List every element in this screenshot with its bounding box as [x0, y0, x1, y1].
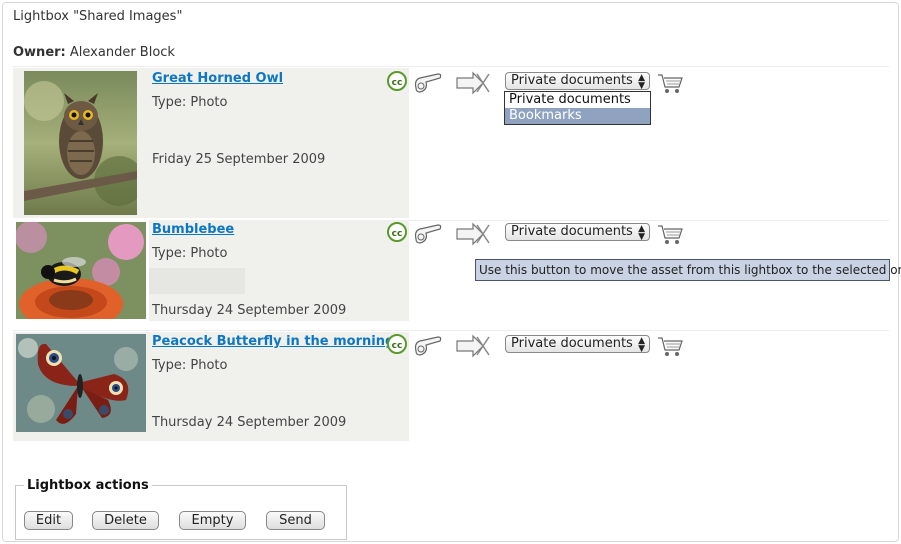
- svg-text:cc: cc: [392, 78, 403, 88]
- creative-commons-icon[interactable]: cc: [386, 70, 408, 92]
- select-value: Private documents: [511, 224, 633, 239]
- empty-field: [149, 268, 245, 294]
- copy-to-lightbox-icon[interactable]: [412, 70, 444, 96]
- dropdown-option-private-documents[interactable]: Private documents: [505, 92, 650, 108]
- item-title-link[interactable]: Bumblebee: [152, 222, 234, 237]
- send-button[interactable]: Send: [266, 511, 325, 530]
- item-date: Friday 25 September 2009: [152, 152, 326, 167]
- owl-thumbnail[interactable]: [24, 71, 137, 215]
- item-type: Type: Photo: [152, 95, 228, 110]
- chevron-updown-icon: ▲ ▼: [638, 336, 645, 354]
- item-date: Thursday 24 September 2009: [152, 415, 347, 430]
- svg-text:cc: cc: [392, 341, 403, 351]
- dropdown-option-bookmarks[interactable]: Bookmarks: [505, 108, 650, 124]
- lightbox-target-select[interactable]: Private documents ▲ ▼: [505, 72, 650, 91]
- row-divider: [13, 330, 889, 331]
- lightbox-actions-fieldset: Lightbox actions: [15, 478, 347, 540]
- creative-commons-icon[interactable]: cc: [386, 333, 408, 355]
- select-value: Private documents: [511, 73, 633, 88]
- chevron-updown-icon: ▲ ▼: [638, 224, 645, 242]
- thumbnail-cell: [13, 220, 149, 321]
- move-button-tooltip: Use this button to move the asset from t…: [475, 259, 901, 281]
- lightbox-select-dropdown: Private documents Bookmarks: [504, 91, 651, 125]
- item-date: Thursday 24 September 2009: [152, 303, 347, 318]
- lightbox-title: Lightbox "Shared Images": [13, 9, 183, 24]
- row-divider: [13, 66, 889, 67]
- copy-to-lightbox-icon[interactable]: [412, 221, 444, 247]
- item-title-link[interactable]: Peacock Butterfly in the morning: [152, 334, 394, 349]
- butterfly-thumbnail[interactable]: [16, 334, 146, 432]
- lightbox-target-select[interactable]: Private documents ▲ ▼: [505, 223, 650, 242]
- shopping-cart-icon[interactable]: [656, 333, 684, 359]
- move-to-lightbox-icon[interactable]: [455, 221, 491, 247]
- lightbox-actions-legend: Lightbox actions: [27, 478, 149, 493]
- owner-name: Alexander Block: [69, 45, 175, 60]
- info-cell: Peacock Butterfly in the morning Type: P…: [149, 332, 409, 441]
- empty-button[interactable]: Empty: [179, 511, 246, 530]
- item-type: Type: Photo: [152, 246, 228, 261]
- lightbox-item: Peacock Butterfly in the morning Type: P…: [13, 332, 889, 441]
- select-value: Private documents: [511, 336, 633, 351]
- item-title-link[interactable]: Great Horned Owl: [152, 71, 283, 86]
- owner-label: Owner:: [13, 45, 66, 60]
- lightbox-target-select[interactable]: Private documents ▲ ▼: [505, 335, 650, 354]
- bumblebee-thumbnail[interactable]: [16, 222, 146, 319]
- chevron-updown-icon: ▲ ▼: [638, 73, 645, 91]
- creative-commons-icon[interactable]: cc: [386, 221, 408, 243]
- move-to-lightbox-icon[interactable]: [455, 333, 491, 359]
- owner-line: Owner: Alexander Block: [13, 45, 175, 60]
- svg-text:cc: cc: [392, 229, 403, 239]
- thumbnail-cell: [13, 68, 149, 218]
- delete-button[interactable]: Delete: [92, 511, 159, 530]
- shopping-cart-icon[interactable]: [656, 221, 684, 247]
- info-cell: Great Horned Owl Type: Photo Friday 25 S…: [149, 68, 409, 218]
- item-type: Type: Photo: [152, 358, 228, 373]
- info-cell: Bumblebee Type: Photo Thursday 24 Septem…: [149, 220, 409, 321]
- edit-button[interactable]: Edit: [24, 511, 73, 530]
- shopping-cart-icon[interactable]: [656, 70, 684, 96]
- move-to-lightbox-icon[interactable]: [455, 70, 491, 96]
- thumbnail-cell: [13, 332, 149, 441]
- lightbox-item: Great Horned Owl Type: Photo Friday 25 S…: [13, 68, 889, 218]
- copy-to-lightbox-icon[interactable]: [412, 333, 444, 359]
